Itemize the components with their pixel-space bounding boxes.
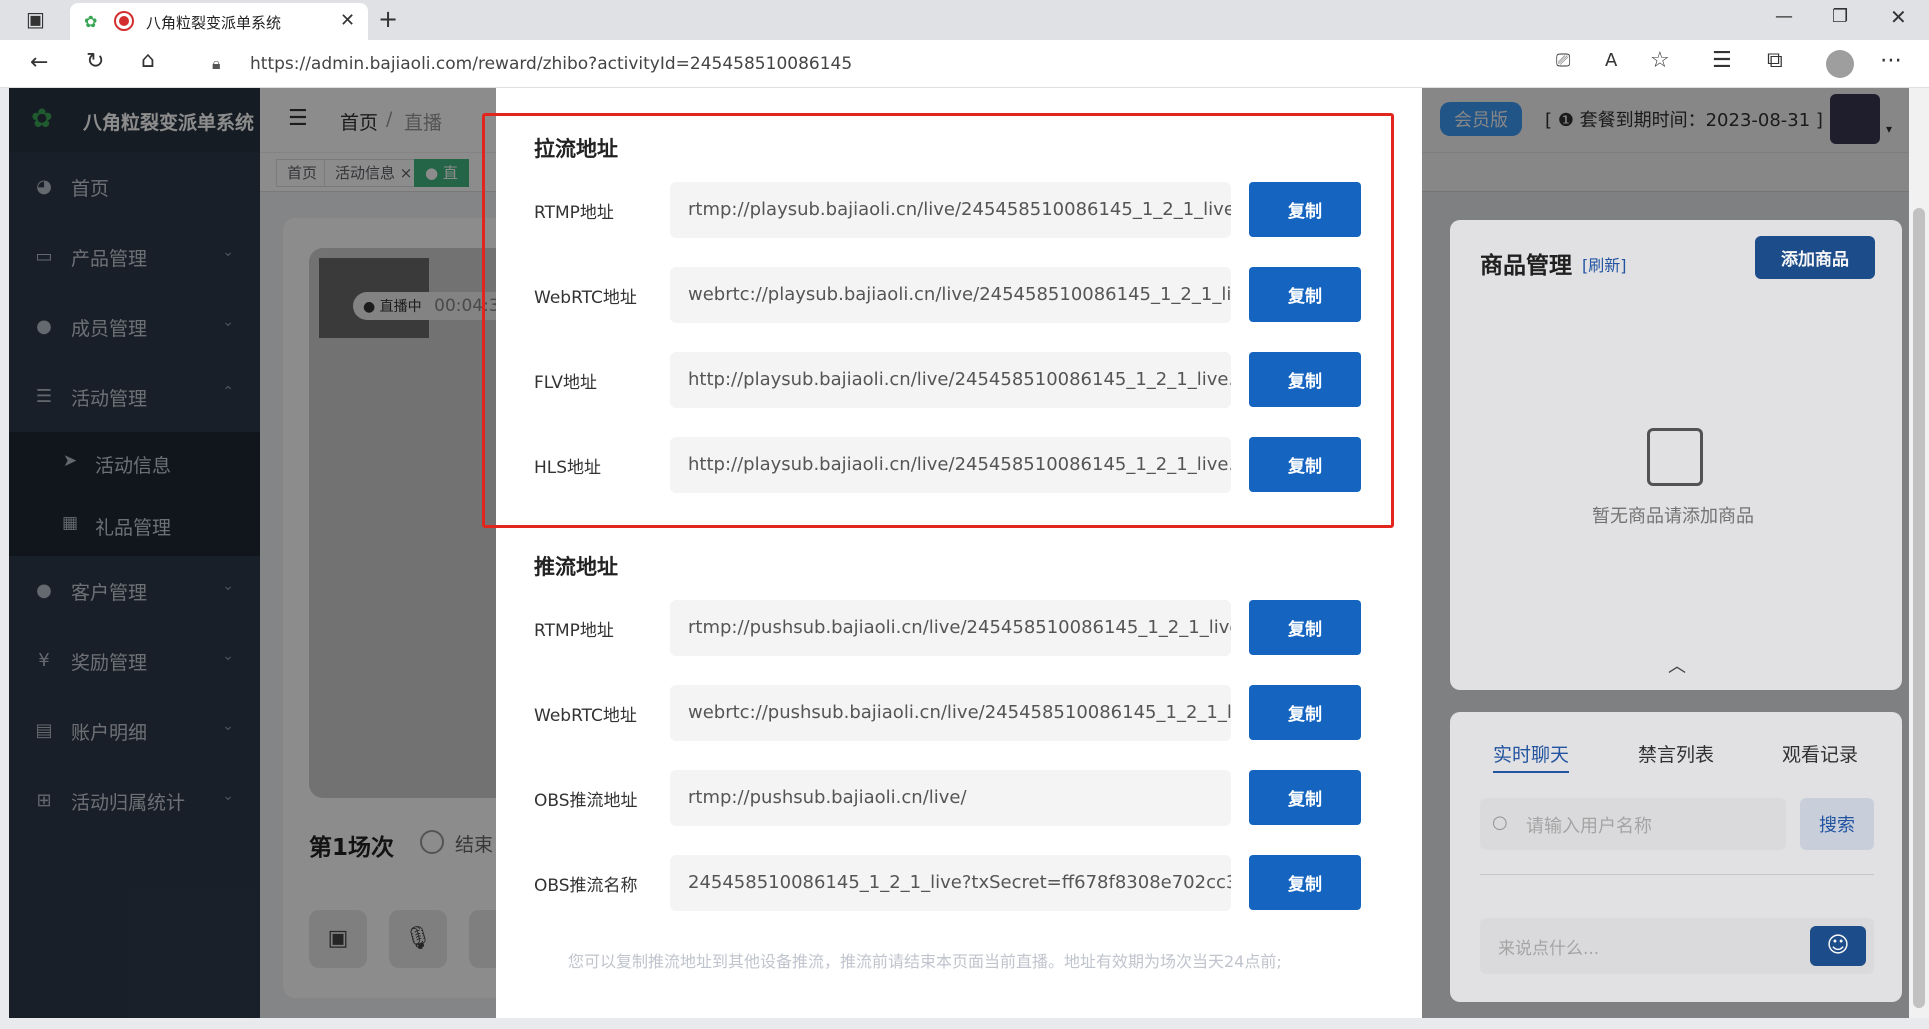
page-scrollbar[interactable] bbox=[1909, 88, 1929, 1018]
push-rtmp-label: RTMP地址 bbox=[534, 621, 614, 641]
tab-title: 八角粒裂变派单系统 bbox=[146, 14, 282, 32]
address-bar: ← ↻ ⌂ 🔒︎ https://admin.bajiaoli.com/rewa… bbox=[0, 40, 1929, 88]
pull-flv-field[interactable]: http://playsub.bajiaoli.cn/live/24545851… bbox=[670, 352, 1231, 408]
pull-hls-field[interactable]: http://playsub.bajiaoli.cn/live/24545851… bbox=[670, 437, 1231, 493]
lock-icon: 🔒︎ bbox=[212, 54, 221, 73]
pull-webrtc-field[interactable]: webrtc://playsub.bajiaoli.cn/live/245458… bbox=[670, 267, 1231, 323]
browser-tab[interactable]: ✿ 八角粒裂变派单系统 ✕ bbox=[70, 3, 368, 40]
obs-url-label: OBS推流地址 bbox=[534, 791, 638, 811]
push-webrtc-label: WebRTC地址 bbox=[534, 706, 637, 726]
pull-section-title: 拉流地址 bbox=[534, 137, 618, 161]
copy-pull-hls-button[interactable]: 复制 bbox=[1249, 437, 1361, 492]
copy-pull-rtmp-button[interactable]: 复制 bbox=[1249, 182, 1361, 237]
copy-pull-webrtc-button[interactable]: 复制 bbox=[1249, 267, 1361, 322]
camera-icon[interactable]: ⎚ bbox=[1556, 52, 1570, 70]
url-field[interactable]: 🔒︎ https://admin.bajiaoli.com/reward/zhi… bbox=[190, 46, 1690, 82]
copy-push-webrtc-button[interactable]: 复制 bbox=[1249, 685, 1361, 740]
close-window-icon[interactable]: ✕ bbox=[1890, 7, 1907, 27]
reload-icon[interactable]: ↻ bbox=[86, 51, 104, 73]
read-aloud-icon[interactable]: A bbox=[1605, 52, 1617, 70]
favorites-icon[interactable]: ☰ bbox=[1712, 50, 1732, 72]
restore-icon[interactable]: ❐ bbox=[1832, 8, 1848, 26]
more-icon[interactable]: ⋯ bbox=[1880, 50, 1902, 72]
site-favicon-icon: ✿ bbox=[84, 12, 98, 31]
minimize-icon[interactable]: — bbox=[1775, 8, 1793, 26]
home-icon[interactable]: ⌂ bbox=[141, 50, 155, 72]
push-rtmp-field[interactable]: rtmp://pushsub.bajiaoli.cn/live/24545851… bbox=[670, 600, 1231, 656]
scrollbar-thumb[interactable] bbox=[1913, 208, 1925, 1008]
obs-name-label: OBS推流名称 bbox=[534, 876, 638, 896]
favorite-add-icon[interactable]: ☆ bbox=[1650, 50, 1670, 72]
profile-avatar[interactable] bbox=[1826, 50, 1854, 78]
push-hint-text: 您可以复制推流地址到其他设备推流，推流前请结束本页面当前直播。地址有效期为场次当… bbox=[568, 952, 1282, 971]
url-text: https://admin.bajiaoli.com/reward/zhibo?… bbox=[250, 54, 853, 74]
stream-address-dialog: 拉流地址 RTMP地址 rtmp://playsub.bajiaoli.cn/l… bbox=[482, 88, 1422, 1018]
sidebar-toggle-icon[interactable]: ▣ bbox=[26, 9, 45, 29]
pull-rtmp-field[interactable]: rtmp://playsub.bajiaoli.cn/live/24545851… bbox=[670, 182, 1231, 238]
copy-obs-url-button[interactable]: 复制 bbox=[1249, 770, 1361, 825]
push-section-title: 推流地址 bbox=[534, 555, 618, 579]
mask-over-panels bbox=[1422, 88, 1909, 1018]
pull-rtmp-label: RTMP地址 bbox=[534, 203, 614, 223]
copy-pull-flv-button[interactable]: 复制 bbox=[1249, 352, 1361, 407]
back-icon[interactable]: ← bbox=[30, 52, 48, 74]
browser-tab-bar: ▣ ✿ 八角粒裂变派单系统 ✕ + — ❐ ✕ bbox=[0, 0, 1929, 40]
recording-icon bbox=[114, 11, 134, 31]
pull-flv-label: FLV地址 bbox=[534, 373, 598, 393]
pull-webrtc-label: WebRTC地址 bbox=[534, 288, 637, 308]
obs-name-field[interactable]: 245458510086145_1_2_1_live?txSecret=ff67… bbox=[670, 855, 1231, 911]
new-tab-icon[interactable]: + bbox=[378, 7, 398, 31]
push-webrtc-field[interactable]: webrtc://pushsub.bajiaoli.cn/live/245458… bbox=[670, 685, 1231, 741]
collections-icon[interactable]: ⧉ bbox=[1767, 50, 1783, 72]
pull-hls-label: HLS地址 bbox=[534, 458, 602, 478]
copy-obs-name-button[interactable]: 复制 bbox=[1249, 855, 1361, 910]
close-tab-icon[interactable]: ✕ bbox=[340, 10, 355, 31]
copy-push-rtmp-button[interactable]: 复制 bbox=[1249, 600, 1361, 655]
obs-url-field[interactable]: rtmp://pushsub.bajiaoli.cn/live/ bbox=[670, 770, 1231, 826]
